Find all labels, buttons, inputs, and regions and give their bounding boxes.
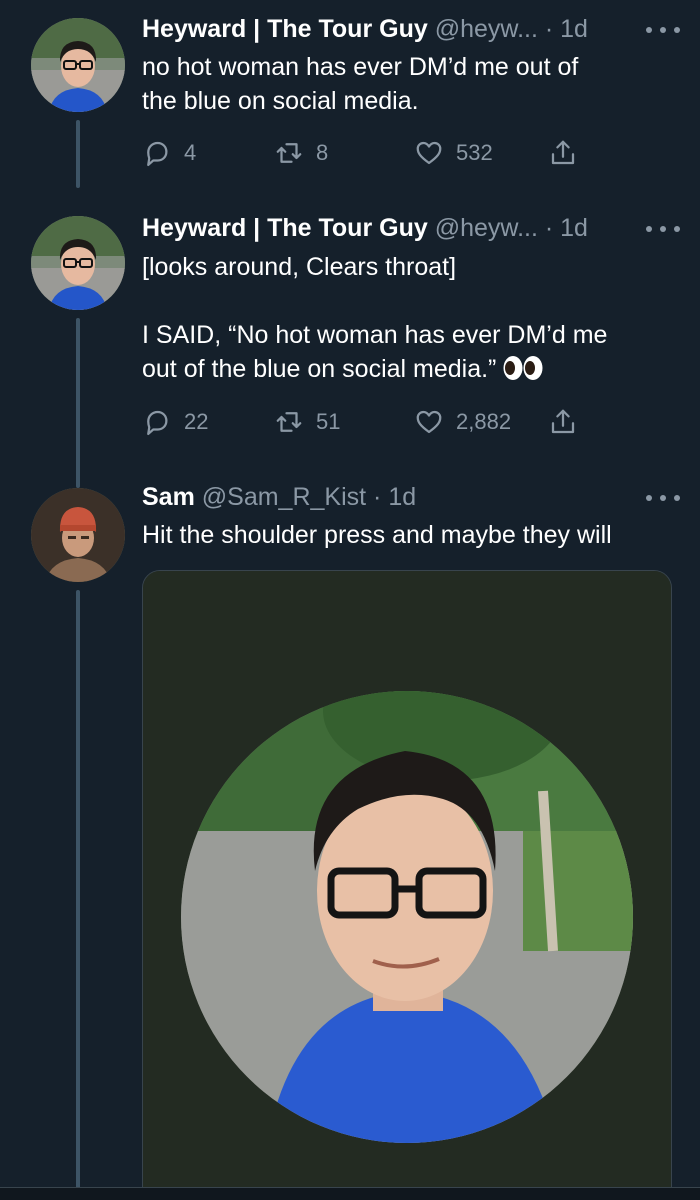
tweet-header: Heyward | The Tour Guy @heyw... · 1d: [142, 211, 670, 245]
reply-icon: [147, 410, 168, 435]
tweet-text-line: [looks around, Clears throat]: [142, 253, 457, 281]
timestamp[interactable]: 1d: [388, 483, 416, 511]
tweet-text: Hit the shoulder press and maybe they wi…: [142, 518, 674, 552]
share-button[interactable]: [548, 135, 590, 171]
tweet-text-line: Hit the shoulder press and maybe they wi…: [142, 521, 612, 549]
tweet-text: [looks around, Clears throat] I SAID, “N…: [142, 250, 674, 386]
retweet-icon: [276, 412, 302, 432]
like-button[interactable]: 532: [414, 135, 493, 171]
display-name[interactable]: Heyward | The Tour Guy: [142, 214, 428, 242]
retweet-count: 8: [316, 140, 329, 165]
handle[interactable]: @heyw...: [435, 15, 538, 43]
profile-photo-icon: [31, 18, 125, 112]
more-icon[interactable]: [646, 488, 680, 508]
separator-dot: ·: [373, 483, 382, 511]
tweet-text-line: no hot woman has ever DM’d me out of: [142, 53, 579, 81]
timestamp[interactable]: 1d: [560, 15, 588, 43]
avatar[interactable]: [31, 18, 125, 112]
avatar[interactable]: [31, 216, 125, 310]
tweet-header: Heyward | The Tour Guy @heyw... · 1d: [142, 12, 670, 46]
display-name[interactable]: Sam: [142, 483, 195, 511]
tweet-text-segment: out of the blue on social media.”: [142, 355, 497, 383]
reply-icon: [147, 141, 168, 166]
bottom-bar: [0, 1187, 700, 1200]
tweet-text-line: out of the blue on social media.”: [142, 352, 674, 386]
share-icon: [551, 409, 575, 434]
heart-icon: [416, 410, 442, 434]
tweet-text-line: I SAID, “No hot woman has ever DM’d me: [142, 321, 608, 349]
avatar[interactable]: [31, 488, 125, 582]
tweet-text-line: the blue on social media.: [142, 87, 419, 115]
share-icon: [551, 140, 575, 165]
like-count: 532: [456, 140, 493, 165]
profile-photo-icon: [31, 488, 125, 582]
tweet-thread: Heyward | The Tour Guy @heyw... · 1d no …: [0, 0, 700, 1200]
reply-count: 22: [184, 409, 209, 434]
thread-line: [76, 318, 80, 488]
tweet-media-image[interactable]: [142, 570, 672, 1200]
heart-icon: [416, 141, 442, 165]
retweet-button[interactable]: 8: [274, 135, 328, 171]
share-button[interactable]: [548, 404, 590, 440]
tweet-actions: 22 51 2,882: [142, 404, 602, 440]
retweet-count: 51: [316, 409, 341, 434]
reply-count: 4: [184, 140, 197, 165]
thread-line: [76, 590, 80, 1200]
eyes-emoji-icon: [503, 356, 543, 380]
profile-photo-icon: [31, 216, 125, 310]
retweet-button[interactable]: 51: [274, 404, 340, 440]
thread-line: [76, 120, 80, 188]
separator-dot: ·: [544, 15, 554, 43]
more-icon[interactable]: [646, 20, 680, 40]
reply-button[interactable]: 4: [142, 135, 196, 171]
like-count: 2,882: [456, 409, 512, 434]
handle[interactable]: @heyw...: [435, 214, 538, 242]
separator-dot: ·: [544, 214, 554, 242]
like-button[interactable]: 2,882: [414, 404, 511, 440]
tweet-text-line: [142, 284, 674, 318]
more-icon[interactable]: [646, 219, 680, 239]
display-name[interactable]: Heyward | The Tour Guy: [142, 15, 428, 43]
reply-button[interactable]: 22: [142, 404, 208, 440]
tweet-header: Sam @Sam_R_Kist · 1d: [142, 480, 670, 514]
handle[interactable]: @Sam_R_Kist: [202, 483, 366, 511]
tweet-actions: 4 8 532: [142, 135, 602, 171]
circular-photo-icon: [143, 571, 671, 1200]
timestamp[interactable]: 1d: [560, 214, 588, 242]
retweet-icon: [276, 143, 302, 163]
tweet-text: no hot woman has ever DM’d me out of the…: [142, 50, 674, 118]
